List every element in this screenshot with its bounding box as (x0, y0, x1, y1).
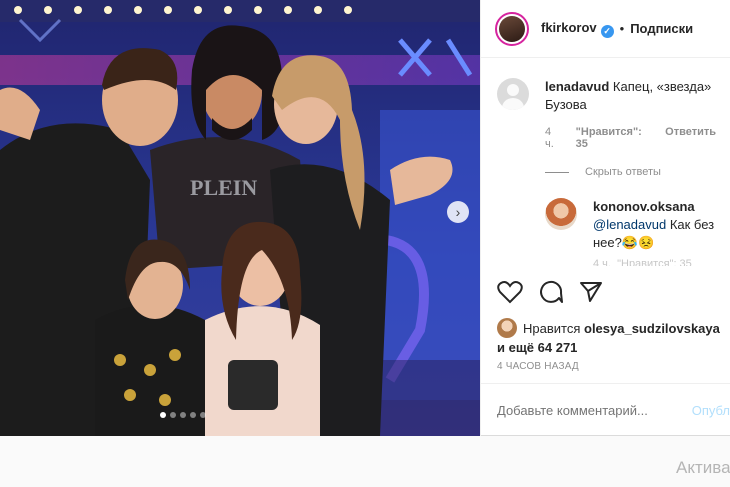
comment-likes[interactable]: "Нравится": 35 (576, 126, 652, 150)
add-comment-bar: Опубл (481, 383, 730, 436)
instagram-post: PLEIN › fkirkorov ✓ • Подписки lenadavud… (0, 0, 730, 436)
action-bar (497, 280, 603, 304)
post-timestamp[interactable]: 4 ЧАСОВ НАЗАД (497, 361, 579, 372)
heart-icon[interactable] (497, 280, 523, 304)
chevron-right-icon: › (455, 204, 461, 220)
carousel-dot (190, 412, 196, 418)
carousel-dot (160, 412, 166, 418)
reply-body: kononov.oksana @lenadavud Как без нее?😂😣 (593, 198, 716, 252)
reply-username[interactable]: kononov.oksana (593, 199, 695, 214)
next-photo-button[interactable]: › (447, 201, 469, 223)
divider (545, 171, 569, 173)
carousel-dots (160, 412, 206, 418)
likes-user[interactable]: olesya_sudzilovskaya (584, 321, 720, 336)
post-sidebar: fkirkorov ✓ • Подписки lenadavud Капец, «… (480, 0, 730, 436)
comment-input[interactable] (497, 402, 684, 418)
comment-username[interactable]: lenadavud (545, 79, 609, 94)
carousel-dot (170, 412, 176, 418)
following-button[interactable]: Подписки (630, 21, 693, 36)
comment-meta: 4 ч. "Нравится": 35 Ответить (545, 126, 716, 150)
truncated-meta: 4 ч. "Нравится": 35 (593, 258, 692, 266)
comment-age[interactable]: 4 ч. (545, 126, 562, 150)
comment-body: lenadavud Капец, «звезда» Бузова (545, 78, 716, 114)
comments-list[interactable]: lenadavud Капец, «звезда» Бузова 4 ч. "Н… (481, 58, 730, 270)
post-header: fkirkorov ✓ • Подписки (481, 0, 730, 58)
post-photo[interactable]: PLEIN › (0, 0, 480, 436)
likes-prefix: Нравится (523, 321, 581, 336)
likes-count[interactable]: и ещё 64 271 (497, 340, 577, 355)
speech-bubble-icon[interactable] (539, 280, 563, 304)
carousel-dot (180, 412, 186, 418)
publish-button[interactable]: Опубл (692, 403, 730, 418)
paper-plane-icon[interactable] (579, 280, 603, 304)
photo-illustration: PLEIN (0, 0, 480, 436)
likes-summary: Нравится olesya_sudzilovskaya и ещё 64 2… (497, 318, 720, 357)
avatar[interactable] (497, 78, 529, 110)
hide-replies-button[interactable]: Скрыть ответы (545, 166, 716, 178)
reply-button[interactable]: Ответить (665, 126, 716, 150)
reply-item: kononov.oksana @lenadavud Как без нее?😂😣 (545, 198, 716, 252)
hide-replies-label: Скрыть ответы (585, 166, 661, 178)
comment-item: lenadavud Капец, «звезда» Бузова 4 ч. "Н… (497, 78, 716, 150)
separator-dot: • (619, 21, 625, 36)
activation-watermark: Актива (676, 458, 730, 477)
svg-text:PLEIN: PLEIN (190, 175, 257, 200)
reply-mention[interactable]: @lenadavud (593, 217, 666, 232)
avatar[interactable] (497, 318, 517, 338)
verified-badge-icon: ✓ (600, 24, 614, 38)
avatar[interactable] (545, 198, 577, 230)
author-avatar[interactable] (495, 11, 529, 46)
author-username[interactable]: fkirkorov ✓ (541, 20, 614, 38)
carousel-dot (200, 412, 206, 418)
